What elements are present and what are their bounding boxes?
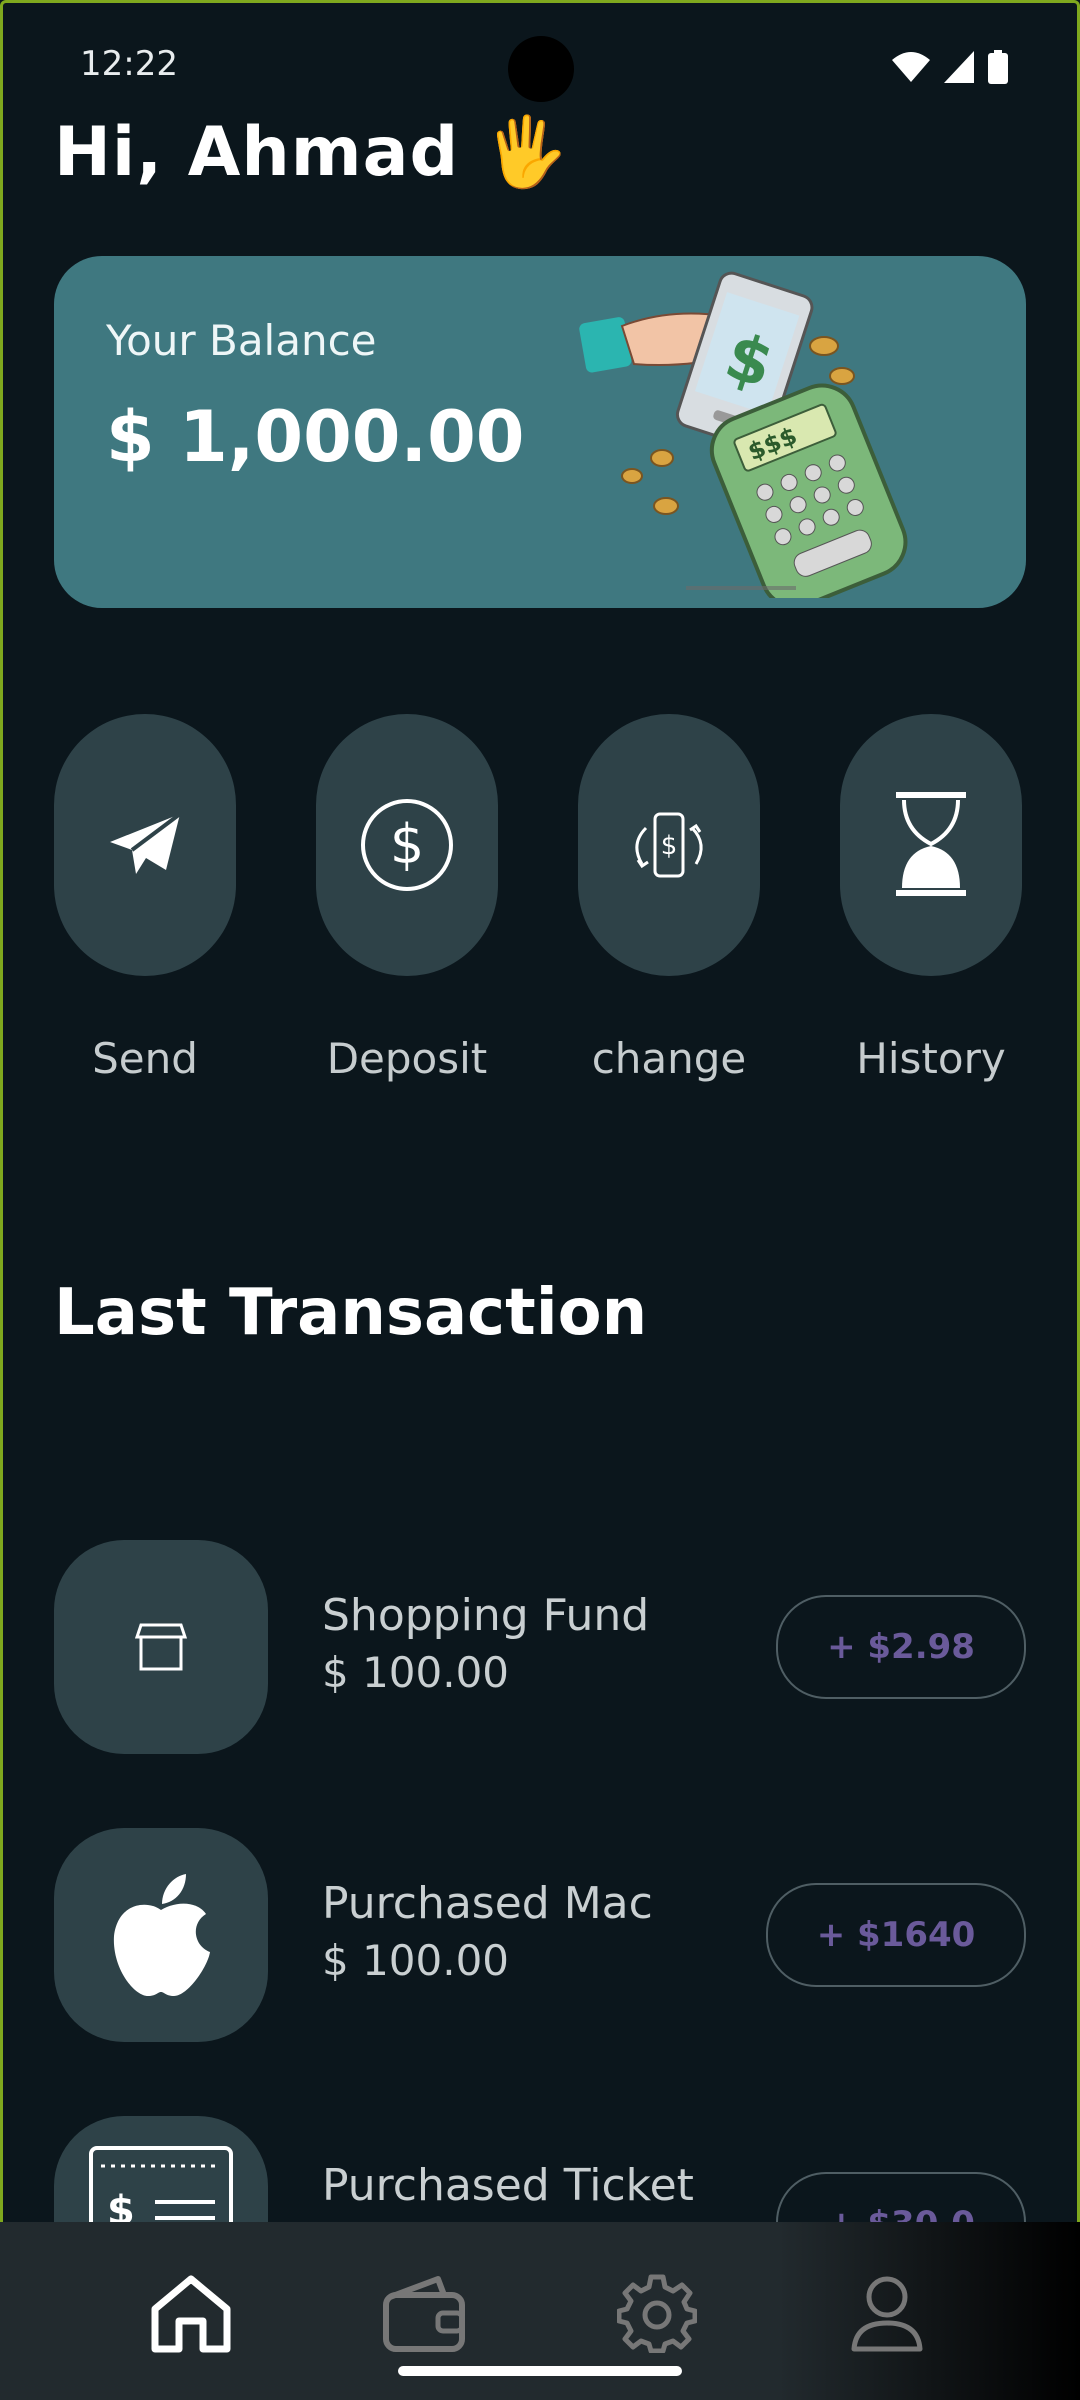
transaction-icon-tile — [54, 1828, 268, 2042]
deposit-button[interactable]: $ — [316, 714, 498, 976]
nav-home[interactable] — [146, 2268, 236, 2358]
send-button[interactable] — [54, 714, 236, 976]
transaction-item[interactable]: $ Purchased Ticket + $30.0 — [54, 2116, 1026, 2222]
wifi-icon — [892, 52, 930, 82]
status-time: 12:22 — [80, 44, 178, 84]
svg-text:$: $ — [107, 2188, 135, 2222]
dollar-icon: $ — [361, 799, 453, 891]
transaction-amount: $ 100.00 — [322, 1936, 510, 1985]
nav-profile[interactable] — [842, 2268, 932, 2358]
svg-text:$: $ — [661, 831, 678, 861]
payment-illustration: $ $$$ — [579, 271, 908, 598]
transaction-badge[interactable]: + $1640 — [766, 1883, 1026, 1987]
home-icon — [151, 2275, 231, 2353]
transaction-icon-tile — [54, 1540, 268, 1754]
history-button[interactable] — [840, 714, 1022, 976]
quick-actions: Send $ Deposit $ change History — [54, 714, 1026, 1094]
balance-card[interactable]: Your Balance $ 1,000.00 $ $$$ — [54, 256, 1026, 608]
wallet-icon — [383, 2276, 465, 2352]
nav-settings[interactable] — [612, 2268, 702, 2358]
user-icon — [851, 2276, 923, 2352]
action-deposit[interactable]: $ Deposit — [316, 714, 498, 1083]
nav-wallet[interactable] — [380, 2268, 470, 2358]
apple-icon — [113, 1874, 210, 1996]
last-transaction-title: Last Transaction — [54, 1276, 648, 1350]
action-label-send: Send — [92, 1034, 198, 1083]
box-icon — [135, 1623, 187, 1671]
transaction-icon-tile: $ — [54, 2116, 268, 2222]
greeting-title: Hi, Ahmad 🖐 — [54, 113, 570, 192]
transaction-title: Purchased Ticket — [322, 2160, 694, 2211]
action-label-history: History — [856, 1034, 1006, 1083]
transaction-title: Shopping Fund — [322, 1590, 650, 1641]
hourglass-icon — [896, 792, 966, 896]
transaction-item[interactable]: Purchased Mac $ 100.00 + $1640 — [54, 1828, 1026, 2042]
transaction-badge[interactable]: + $30.0 — [776, 2172, 1026, 2222]
battery-icon — [988, 50, 1008, 84]
send-icon — [110, 812, 182, 874]
status-icons — [892, 50, 1008, 84]
action-label-change: change — [591, 1034, 747, 1083]
transaction-amount: $ 100.00 — [322, 1648, 510, 1697]
front-camera — [508, 36, 574, 102]
balance-label: Your Balance — [106, 316, 377, 365]
transaction-item[interactable]: Shopping Fund $ 100.00 + $2.98 — [54, 1540, 1026, 1754]
action-send[interactable]: Send — [54, 714, 236, 1083]
phone-exchange-icon: $ — [635, 812, 703, 878]
transaction-title: Purchased Mac — [322, 1878, 653, 1929]
home-indicator[interactable] — [398, 2366, 682, 2376]
ticket-icon: $ — [89, 2146, 233, 2222]
balance-value: $ 1,000.00 — [106, 396, 525, 478]
action-history[interactable]: History — [840, 714, 1022, 1083]
signal-icon — [944, 51, 974, 83]
svg-text:$: $ — [390, 813, 424, 876]
action-label-deposit: Deposit — [326, 1034, 488, 1083]
action-change[interactable]: $ change — [578, 714, 760, 1083]
change-button[interactable]: $ — [578, 714, 760, 976]
transaction-badge[interactable]: + $2.98 — [776, 1595, 1026, 1699]
status-bar: 12:22 — [0, 0, 1080, 130]
gear-icon — [617, 2274, 697, 2353]
